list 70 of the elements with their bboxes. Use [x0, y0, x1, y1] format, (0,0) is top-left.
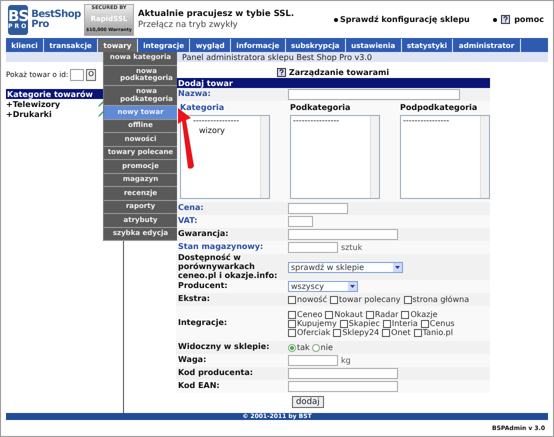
field-label: Kod producenta: [177, 369, 254, 378]
text-input[interactable] [288, 216, 313, 227]
form-header: Dodaj towar [176, 78, 490, 88]
field-label: Waga: [177, 356, 208, 366]
checkbox-option[interactable]: Oferciak [288, 328, 330, 338]
help-icon[interactable] [501, 15, 510, 24]
list-option[interactable]: wizory [199, 126, 225, 136]
list-label: Podpodkategoria [400, 103, 478, 112]
checkbox-option[interactable]: Okazje [401, 310, 438, 320]
text-input[interactable] [288, 368, 398, 380]
list-box[interactable]: ---------------- [400, 115, 490, 199]
caret-icon [348, 282, 357, 292]
list-option[interactable]: ---------------- [193, 116, 240, 126]
category-item[interactable]: +Drukarki [6, 110, 52, 118]
field-label: Nazwa: [177, 90, 212, 99]
checkbox-option[interactable]: Interia [382, 319, 418, 328]
add-button[interactable]: dodaj [292, 396, 324, 408]
config-link[interactable]: Sprawdź konfigurację sklepu [334, 15, 470, 24]
text-input[interactable] [288, 242, 338, 253]
text-input[interactable] [288, 229, 398, 240]
field-label: Ekstra: [177, 295, 211, 304]
switch-mode-link[interactable]: Przełącz na tryb zwykły [138, 20, 318, 30]
radio-option[interactable]: tak [288, 343, 310, 352]
list-label: Kategoria [180, 103, 224, 112]
scrollbar[interactable] [370, 116, 379, 198]
list-box[interactable]: ---------------- wizory [180, 115, 270, 199]
list-option[interactable]: ---------------- [293, 116, 340, 126]
ssl-status-text: Aktualnie pracujesz w tybie SSL. [138, 9, 296, 20]
unit-label: kg [341, 356, 351, 366]
checkbox-option[interactable]: nowość [288, 295, 327, 304]
checkbox-option[interactable]: Sklepy24 [333, 328, 380, 338]
section-title: Zarządzanie towarami [288, 68, 390, 76]
list-box[interactable]: ---------------- [290, 115, 380, 199]
field-label: Integracje: [177, 319, 228, 328]
text-input[interactable] [288, 355, 338, 366]
checkbox-option[interactable]: Nokaut [325, 310, 363, 320]
field-label: Gwarancja: [177, 230, 230, 239]
text-input[interactable] [288, 89, 460, 100]
scrollbar[interactable] [260, 116, 269, 198]
field-label: Kod EAN: [177, 382, 221, 392]
scrollbar[interactable] [480, 116, 489, 198]
checkbox-option[interactable]: strona główna [404, 295, 470, 304]
checkbox-option[interactable]: Radar [366, 310, 398, 320]
field-label: Widoczny w sklepie: [177, 343, 270, 352]
field-label: Producent: [177, 282, 229, 292]
field-label: Dostępność w porównywarkach ceneo.pl i okazje.info: [177, 254, 278, 280]
checkbox-option[interactable]: Onet [382, 328, 411, 338]
help-icon[interactable] [276, 68, 286, 76]
checkbox-option[interactable]: Tanio.pl [414, 328, 453, 338]
checkbox-option[interactable]: Ceneo [288, 310, 322, 320]
text-input[interactable] [288, 203, 348, 214]
unit-label: sztuk [341, 243, 362, 252]
list-label: Podkategoria [290, 103, 350, 112]
checkbox-option[interactable]: Kupujemy [288, 319, 337, 328]
checkbox-option[interactable]: Cenus [420, 319, 455, 328]
radio-option[interactable]: nie [312, 343, 333, 352]
bullet-icon [493, 18, 498, 22]
id-input[interactable] [70, 68, 84, 80]
dropdown[interactable]: wszyscy [288, 281, 358, 292]
help-link[interactable]: pomoc [514, 15, 544, 24]
field-label: Cena: [177, 204, 205, 213]
checkbox-option[interactable]: towar polecany [330, 295, 400, 304]
dropdown[interactable]: sprawdź w sklepie [288, 262, 403, 273]
text-input[interactable] [288, 381, 398, 392]
field-label: VAT: [177, 217, 198, 226]
caret-icon [393, 262, 402, 272]
checkbox-option[interactable]: Skapiec [340, 319, 380, 328]
field-label: Stan magazynowy: [177, 243, 264, 252]
list-option[interactable]: ---------------- [403, 116, 450, 126]
category-item[interactable]: +Telewizory [6, 100, 60, 108]
